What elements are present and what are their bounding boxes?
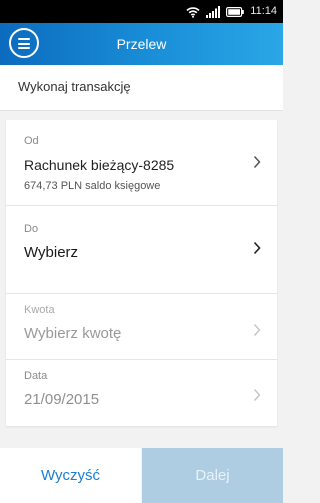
amount-row[interactable]: Kwota Wybierz kwotę: [6, 294, 277, 360]
status-bar: 11:14: [0, 0, 283, 23]
date-value: 21/09/2015: [24, 391, 100, 408]
chevron-right-icon: [253, 324, 261, 336]
page-title: Przelew: [116, 36, 167, 52]
chevron-right-icon: [253, 389, 261, 401]
transfer-form-card: Od Rachunek bieżący-8285 674,73 PLN sald…: [6, 120, 277, 426]
status-time: 11:14: [250, 5, 277, 17]
chevron-right-icon: [253, 155, 261, 169]
wifi-icon: [186, 6, 200, 18]
signal-icon: [206, 5, 221, 18]
hamburger-menu-icon: [18, 38, 30, 40]
menu-button[interactable]: [9, 28, 39, 58]
to-recipient-row[interactable]: Do Wybierz: [6, 206, 277, 294]
date-row[interactable]: Data 21/09/2015: [6, 360, 277, 426]
from-label: Od: [24, 135, 39, 147]
amount-label: Kwota: [24, 304, 55, 316]
clear-button[interactable]: Wyczyść: [0, 448, 141, 503]
action-bar: Wyczyść Dalej: [0, 448, 283, 503]
app-bar: Przelew: [0, 23, 283, 65]
amount-value: Wybierz kwotę: [24, 325, 122, 342]
from-account-balance: 674,73 PLN saldo księgowe: [24, 180, 161, 192]
section-title: Wykonaj transakcję: [18, 79, 131, 94]
to-label: Do: [24, 223, 39, 235]
status-icons: 11:14: [186, 4, 277, 19]
to-value: Wybierz: [24, 244, 79, 261]
next-button[interactable]: Dalej: [142, 448, 283, 503]
chevron-right-icon: [253, 241, 261, 255]
from-account-name: Rachunek bieżący-8285: [24, 157, 175, 173]
date-label: Data: [24, 370, 48, 382]
section-header: Wykonaj transakcję: [0, 65, 283, 111]
battery-icon: [226, 6, 245, 17]
from-account-row[interactable]: Od Rachunek bieżący-8285 674,73 PLN sald…: [6, 120, 277, 206]
